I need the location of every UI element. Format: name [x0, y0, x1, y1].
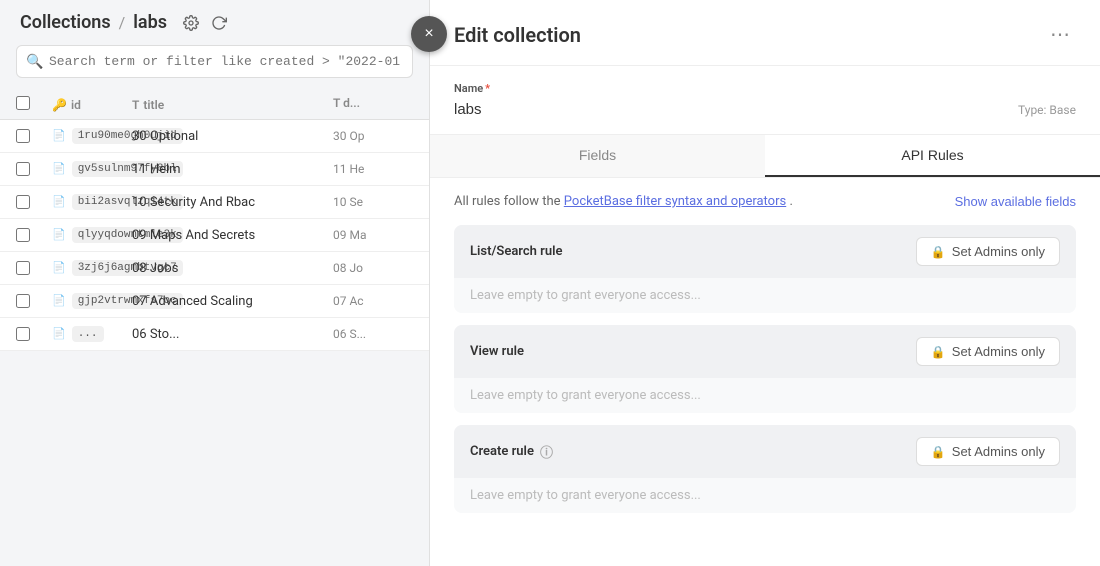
row-date: 30 Op: [333, 129, 413, 143]
row-id-icon: 📄: [52, 162, 66, 176]
breadcrumb-separator: /: [119, 13, 126, 32]
type-badge: Type: Base: [1018, 103, 1076, 117]
row-id-icon: 📄: [52, 261, 66, 275]
rules-link[interactable]: PocketBase filter syntax and operators: [564, 194, 786, 209]
breadcrumb-current: labs: [133, 12, 167, 33]
list-search-rule-header: List/Search rule 🔒 Set Admins only: [454, 225, 1076, 278]
left-panel: Collections / labs × 🔍: [0, 0, 430, 566]
table-row[interactable]: 📄 3zj6j6agmbtvgc7 08 Jobs 08 Jo: [0, 252, 429, 285]
key-icon: 🔑: [52, 98, 67, 112]
table-header: 🔑 id T title T d...: [0, 90, 429, 120]
panel-body: All rules follow the PocketBase filter s…: [430, 178, 1100, 566]
close-button[interactable]: ×: [411, 16, 447, 52]
view-rule-header: View rule 🔒 Set Admins only: [454, 325, 1076, 378]
row-checkbox[interactable]: [16, 195, 30, 209]
create-rule-title: Create rule ⓘ: [470, 442, 553, 461]
lock-icon: 🔒: [931, 445, 946, 459]
row-checkbox[interactable]: [16, 327, 30, 341]
row-checkbox[interactable]: [16, 162, 30, 176]
row-date: 07 Ac: [333, 294, 413, 308]
create-rule-section: Create rule ⓘ 🔒 Set Admins only: [454, 425, 1076, 513]
list-search-set-admins-button[interactable]: 🔒 Set Admins only: [916, 237, 1060, 266]
info-icon[interactable]: ⓘ: [540, 442, 553, 461]
tabs-row: Fields API Rules: [430, 135, 1100, 178]
row-checkbox[interactable]: [16, 228, 30, 242]
row-id-value: ...: [72, 326, 104, 342]
row-title: 09 Maps And Secrets: [132, 228, 333, 243]
row-checkbox[interactable]: [16, 294, 30, 308]
row-date: 06 S...: [333, 327, 413, 341]
collection-name-input[interactable]: [454, 101, 1018, 118]
table-row[interactable]: 📄 gv5sulnm97fy8bl 11 Helm 11 He: [0, 153, 429, 186]
right-panel: Edit collection ⋯ Name * Type: Base Fiel…: [430, 0, 1100, 566]
select-all-checkbox[interactable]: [16, 96, 30, 110]
table-row[interactable]: 📄 ... 06 Sto... 06 S...: [0, 318, 429, 351]
panel-title: Edit collection: [454, 23, 581, 47]
table-row[interactable]: 📄 bii2asvqlzqi4tk 10 Security And Rbac 1…: [0, 186, 429, 219]
table-body: 📄 1ru90me0gh0ujid 30 Optional 30 Op 📄 gv…: [0, 120, 429, 566]
view-rule-section: View rule 🔒 Set Admins only: [454, 325, 1076, 413]
row-title: 11 Helm: [132, 162, 333, 177]
row-title: 10 Security And Rbac: [132, 195, 333, 210]
row-title: 06 Sto...: [132, 327, 333, 342]
name-input-row: Type: Base: [454, 101, 1076, 118]
name-label: Name *: [454, 82, 1076, 95]
header-id: 🔑 id: [52, 96, 132, 113]
table-row[interactable]: 📄 gjp2vtrwmxfs7oc 07 Advanced Scaling 07…: [0, 285, 429, 318]
header-title: T title: [132, 96, 333, 113]
create-set-admins-button[interactable]: 🔒 Set Admins only: [916, 437, 1060, 466]
row-date: 11 He: [333, 162, 413, 176]
table-row[interactable]: 📄 qlyyqdowntmle3k 09 Maps And Secrets 09…: [0, 219, 429, 252]
settings-icon-button[interactable]: [181, 13, 201, 33]
row-date: 09 Ma: [333, 228, 413, 242]
create-rule-input[interactable]: [454, 478, 1076, 513]
list-search-rule-section: List/Search rule 🔒 Set Admins only: [454, 225, 1076, 313]
lock-icon: 🔒: [931, 345, 946, 359]
row-id-icon: 📄: [52, 195, 66, 209]
more-options-button[interactable]: ⋯: [1044, 20, 1076, 49]
name-required: *: [485, 82, 490, 95]
search-bar: 🔍: [0, 45, 429, 90]
show-available-fields-button[interactable]: Show available fields: [955, 194, 1076, 209]
row-title: 07 Advanced Scaling: [132, 294, 333, 309]
name-section: Name * Type: Base: [430, 66, 1100, 135]
row-checkbox[interactable]: [16, 261, 30, 275]
view-set-admins-button[interactable]: 🔒 Set Admins only: [916, 337, 1060, 366]
search-icon: 🔍: [26, 54, 43, 70]
view-rule-title: View rule: [470, 344, 524, 359]
row-id-icon: 📄: [52, 129, 66, 143]
rules-info: All rules follow the PocketBase filter s…: [454, 194, 1076, 209]
tab-fields[interactable]: Fields: [430, 135, 765, 177]
table-row[interactable]: 📄 1ru90me0gh0ujid 30 Optional 30 Op: [0, 120, 429, 153]
header-date: T d...: [333, 96, 413, 113]
header-checkbox: [16, 96, 52, 113]
refresh-icon-button[interactable]: [209, 13, 229, 33]
list-search-rule-input[interactable]: [454, 278, 1076, 313]
breadcrumb-collections[interactable]: Collections: [20, 12, 111, 33]
tab-api-rules[interactable]: API Rules: [765, 135, 1100, 177]
breadcrumb-icons: [181, 13, 229, 33]
create-rule-header: Create rule ⓘ 🔒 Set Admins only: [454, 425, 1076, 478]
type-icon: T: [132, 98, 139, 112]
row-checkbox[interactable]: [16, 129, 30, 143]
rules-info-text: All rules follow the PocketBase filter s…: [454, 194, 793, 209]
view-rule-input[interactable]: [454, 378, 1076, 413]
search-input[interactable]: [16, 45, 413, 78]
row-title: 08 Jobs: [132, 261, 333, 276]
row-id-icon: 📄: [52, 294, 66, 308]
breadcrumb: Collections / labs: [0, 0, 429, 45]
row-title: 30 Optional: [132, 129, 333, 144]
list-search-rule-title: List/Search rule: [470, 244, 562, 259]
row-date: 10 Se: [333, 195, 413, 209]
panel-header: Edit collection ⋯: [430, 0, 1100, 66]
row-id-icon: 📄: [52, 228, 66, 242]
row-id-icon: 📄: [52, 327, 66, 341]
lock-icon: 🔒: [931, 245, 946, 259]
row-date: 08 Jo: [333, 261, 413, 275]
